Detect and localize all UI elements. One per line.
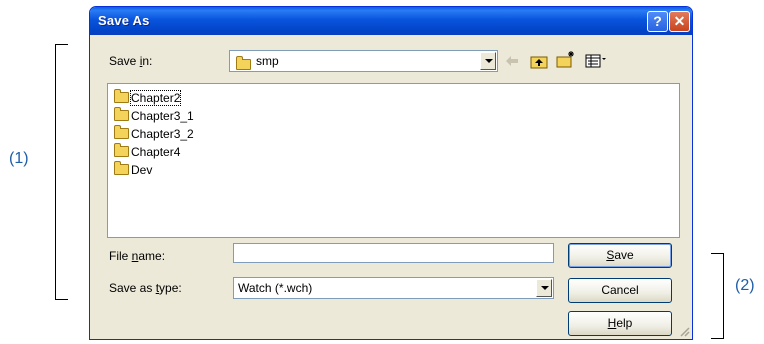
file-list[interactable]: Chapter2 Chapter3_1 Chapter3_2 Chapter4 … — [107, 83, 680, 238]
save-in-value: smp — [256, 54, 279, 68]
resize-grip-icon[interactable] — [678, 325, 690, 337]
list-item[interactable]: Chapter4 — [114, 143, 180, 161]
window-title: Save As — [98, 13, 150, 28]
file-name-label: File name: — [109, 249, 166, 263]
title-bar[interactable]: Save As ? ✕ — [90, 7, 692, 35]
bracket-2 — [711, 253, 724, 339]
chevron-down-icon[interactable] — [480, 52, 496, 70]
help-title-button[interactable]: ? — [647, 11, 668, 32]
cancel-button[interactable]: Cancel — [568, 278, 672, 303]
up-one-level-icon[interactable] — [530, 54, 548, 69]
bracket-1 — [55, 44, 68, 300]
save-button[interactable]: Save — [568, 243, 672, 268]
folder-icon — [114, 143, 129, 158]
list-item[interactable]: Chapter2 — [114, 89, 182, 107]
folder-icon — [114, 125, 129, 140]
help-button[interactable]: Help — [568, 311, 672, 336]
save-in-label: Save in: — [109, 54, 153, 68]
callout-2: (2) — [735, 277, 755, 294]
save-as-type-value: Watch (*.wch) — [238, 281, 313, 295]
list-item[interactable]: Chapter3_1 — [114, 107, 194, 125]
folder-icon — [114, 161, 129, 176]
file-name-input[interactable] — [233, 243, 554, 263]
view-menu-icon[interactable] — [585, 54, 609, 68]
save-in-dropdown[interactable]: smp — [229, 50, 498, 72]
save-as-type-dropdown[interactable]: Watch (*.wch) — [233, 277, 554, 299]
list-item[interactable]: Chapter3_2 — [114, 125, 194, 143]
folder-icon — [236, 56, 251, 71]
folder-icon — [114, 107, 129, 122]
save-as-type-label: Save as type: — [109, 281, 182, 295]
save-as-dialog: Save As ? ✕ Save in: smp Chapter2 Chapte… — [89, 6, 693, 340]
callout-1: (1) — [9, 150, 29, 167]
back-arrow-icon[interactable] — [505, 54, 519, 68]
chevron-down-icon[interactable] — [536, 279, 552, 297]
new-folder-icon[interactable] — [556, 50, 576, 69]
list-item[interactable]: Dev — [114, 161, 152, 179]
close-button[interactable]: ✕ — [669, 11, 690, 32]
folder-icon — [114, 89, 129, 104]
